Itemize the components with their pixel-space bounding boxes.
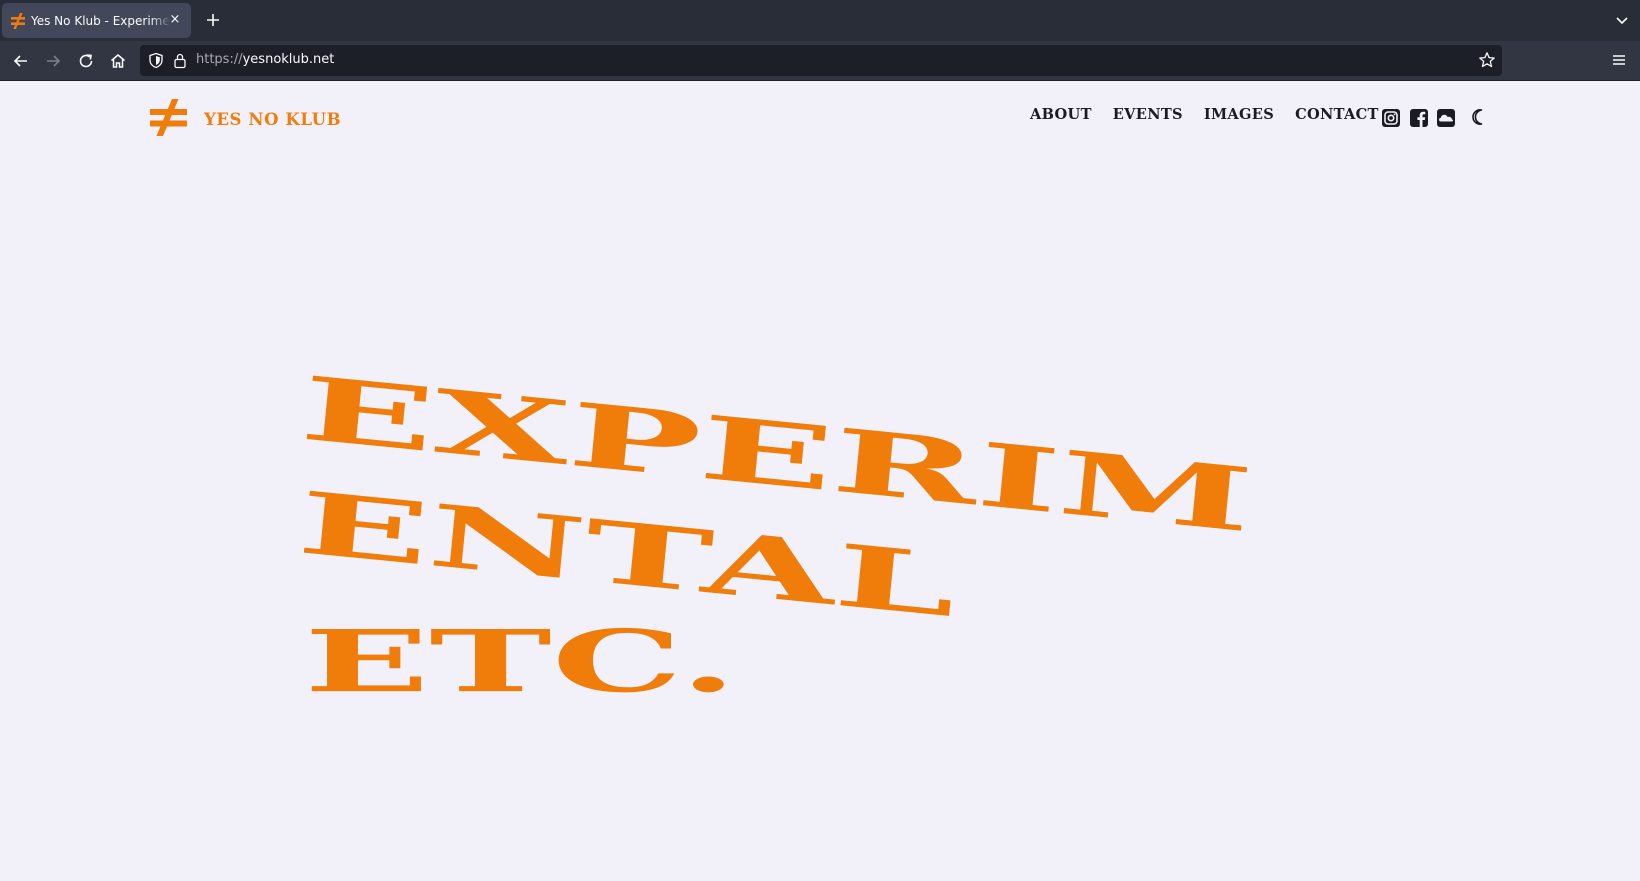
browser-tab-strip: Yes No Klub - Experimental × bbox=[0, 0, 1640, 41]
url-host: yesnoklub.net bbox=[242, 52, 335, 67]
back-arrow-icon[interactable] bbox=[11, 51, 31, 71]
site-favicon-icon bbox=[11, 12, 25, 29]
browser-tab-active[interactable]: Yes No Klub - Experimental × bbox=[2, 3, 191, 38]
tab-title: Yes No Klub - Experimental bbox=[31, 13, 171, 28]
secure-lock-icon[interactable] bbox=[173, 52, 187, 69]
hero-line-etc: ETC. bbox=[304, 612, 737, 712]
app-menu-hamburger-icon[interactable] bbox=[1610, 51, 1628, 69]
reload-icon[interactable] bbox=[76, 51, 96, 71]
page-viewport: YES NO KLUB ABOUT EVENTS IMAGES CONTACT … bbox=[0, 81, 1640, 881]
tab-list-chevron-icon[interactable] bbox=[1614, 12, 1630, 28]
home-icon[interactable] bbox=[108, 51, 128, 71]
url-text[interactable]: https://yesnoklub.net bbox=[196, 52, 334, 67]
tab-close-icon[interactable]: × bbox=[167, 12, 183, 28]
tracking-protection-shield-icon[interactable] bbox=[148, 52, 164, 69]
bookmark-star-icon[interactable] bbox=[1478, 51, 1496, 69]
forward-arrow-icon[interactable] bbox=[43, 51, 63, 71]
browser-navigation-bar: https://yesnoklub.net bbox=[0, 41, 1640, 81]
hero-headline: EXPERIM ENTAL ETC. bbox=[294, 357, 1257, 712]
address-bar[interactable]: https://yesnoklub.net bbox=[140, 45, 1502, 76]
new-tab-icon[interactable] bbox=[204, 11, 222, 29]
url-protocol: https:// bbox=[196, 52, 243, 67]
